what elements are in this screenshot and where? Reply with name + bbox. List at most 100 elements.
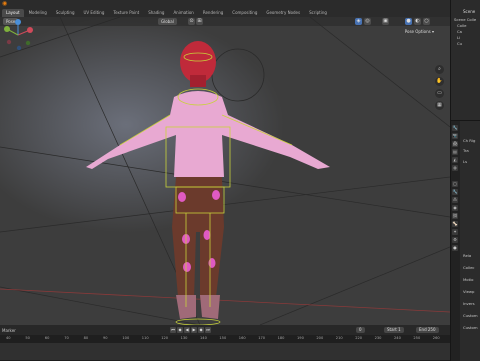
next-keyframe-icon[interactable]: ◆ [198,327,204,333]
tab-layout[interactable]: Layout [2,8,24,17]
scene-name[interactable]: Scene [463,9,475,14]
ruler-tick-label: 60 [44,336,50,340]
scene-tab-icon[interactable]: ◭ [452,157,458,163]
tab-animation[interactable]: Animation [169,9,197,17]
tab-uv-editing[interactable]: UV Editing [80,9,109,17]
ruler-tick-label: 70 [64,336,69,340]
render-tab-icon[interactable]: 📷 [452,133,458,139]
constraints-tab-icon[interactable]: ⛓ [452,213,458,219]
viewport-header: Pose Global ⊙ ⊞ ◈ ◎ ▣ ● ◐ ○ [0,17,450,26]
ruler-tick-label: 120 [161,336,169,340]
outliner-header: Scene [451,0,480,17]
ruler-tick-label: 170 [258,336,266,340]
viewport-scene [0,17,450,325]
blender-logo-icon[interactable]: ◉ [2,1,9,7]
ruler-tick-label: 130 [180,336,188,340]
pivot-icon[interactable]: ⊙ [188,18,195,25]
snap-icon[interactable]: ⊞ [196,18,203,25]
properties-row[interactable]: Ls [463,159,467,164]
x-axis-icon [27,27,33,33]
tab-rendering[interactable]: Rendering [199,9,227,17]
material-tab-icon[interactable]: ● [452,245,458,251]
tool-tab-icon[interactable]: 🔧 [452,125,458,131]
world-tab-icon[interactable]: ◍ [452,165,458,171]
overlays-icon[interactable]: ◎ [364,18,371,25]
ruler-tick-label: 240 [394,336,401,340]
perspective-toggle-icon[interactable]: ▦ [435,101,444,110]
play-icon[interactable]: ▶ [191,327,197,333]
bone-tab-icon[interactable]: ✦ [452,229,458,235]
xray-icon[interactable]: ▣ [382,18,389,25]
ruler-tick-label: 210 [335,336,343,340]
playback-controls: ⏮ ◆ ◀ ▶ ◆ ⏭ [170,327,211,333]
properties-row[interactable]: Viewp [463,289,474,294]
properties-row[interactable]: Custom [463,325,478,330]
output-tab-icon[interactable]: 🖨 [452,141,458,147]
timeline-panel: Marker ⏮ ◆ ◀ ▶ ◆ ⏭ 0 Start 1 End 250 40 5… [0,325,450,360]
properties-row[interactable]: Tra [463,148,469,153]
physics-tab-icon[interactable]: ◉ [452,205,458,211]
3d-viewport[interactable]: Pose Global ⊙ ⊞ ◈ ◎ ▣ ● ◐ ○ Pose Options… [0,17,450,325]
pose-options-dropdown[interactable]: Pose Options ▾ [405,29,434,34]
view-layer-tab-icon[interactable]: ▤ [452,149,458,155]
play-reverse-icon[interactable]: ◀ [184,327,190,333]
camera-view-icon[interactable]: ▭ [435,89,444,98]
timeline-track[interactable] [0,343,450,360]
outliner-item[interactable]: Cu [451,41,480,47]
navigation-gizmo[interactable] [0,17,36,53]
transform-orientation-dropdown[interactable]: Global [158,18,177,25]
outliner-panel: Scene Scene Colle Colle Ca Li Cu [450,0,480,120]
start-frame-field[interactable]: Start 1 [384,327,404,333]
tab-compositing[interactable]: Compositing [228,9,261,17]
bone-constraint-tab-icon[interactable]: ⚙ [452,237,458,243]
data-tab-icon[interactable]: 🦴 [452,221,458,227]
current-frame-field[interactable]: 0 [356,327,365,333]
ruler-tick-label: 250 [413,336,421,340]
ruler-tick-label: 40 [6,336,11,340]
top-bar: ◉ Layout Modeling Sculpting UV Editing Textu… [0,0,480,17]
jump-start-icon[interactable]: ⏮ [170,327,176,333]
frame-ruler[interactable]: 40 50 60 70 80 90 100 110 120 130 140 150 160 170 180 1… [0,335,450,343]
ruler-tick-label: 140 [200,336,207,340]
pan-hand-icon[interactable]: ✋ [435,77,444,86]
ruler-tick-label: 220 [355,336,363,340]
tab-geometry-nodes[interactable]: Geometry Nodes [262,9,304,17]
modifier-tab-icon[interactable]: 🔧 [452,189,458,195]
ruler-tick-label: 90 [103,336,108,340]
object-tab-icon[interactable]: ▢ [452,181,458,187]
ruler-tick-label: 190 [297,336,304,340]
ruler-tick-label: 110 [141,336,149,340]
properties-tabs: 🔧 📷 🖨 ▤ ◭ ◍ ▢ 🔧 ⁂ ◉ ⛓ 🦴 ✦ ⚙ ● [451,121,460,361]
properties-row[interactable]: Invers [463,301,475,306]
ruler-tick-label: 260 [432,336,440,340]
marker-menu[interactable]: Marker [2,328,16,333]
ruler-tick-label: 180 [277,336,285,340]
ruler-tick-label: 200 [316,336,324,340]
properties-panel: 🔧 📷 🖨 ▤ ◭ ◍ ▢ 🔧 ⁂ ◉ ⛓ 🦴 ✦ ⚙ ● Ch Rig Tra L… [450,120,480,361]
shading-rendered-icon[interactable]: ○ [423,18,430,25]
zoom-icon[interactable]: ⌕ [435,65,444,74]
ruler-tick-label: 80 [83,336,89,340]
tab-scripting[interactable]: Scripting [305,9,331,17]
properties-content: Ch Rig Tra Ls Rela Collec Motio Viewp Invers Cus… [461,121,480,361]
properties-row[interactable]: Ch Rig [463,138,475,143]
tab-sculpting[interactable]: Sculpting [52,9,79,17]
y-axis-icon [4,26,10,32]
shading-material-icon[interactable]: ◐ [414,18,421,25]
properties-row[interactable]: Custom [463,313,478,318]
ruler-tick-label: 160 [238,336,246,340]
show-gizmo-icon[interactable]: ◈ [355,18,362,25]
tab-shading[interactable]: Shading [144,9,168,17]
particles-tab-icon[interactable]: ⁂ [452,197,458,203]
end-frame-field[interactable]: End 250 [416,327,439,333]
prev-keyframe-icon[interactable]: ◆ [177,327,183,333]
properties-row[interactable]: Rela [463,253,471,258]
shading-solid-icon[interactable]: ● [405,18,412,25]
tab-texture-paint[interactable]: Texture Paint [109,9,143,17]
properties-row[interactable]: Collec [463,265,475,270]
properties-row[interactable]: Motio [463,277,473,282]
jump-end-icon[interactable]: ⏭ [205,327,211,333]
tab-modeling[interactable]: Modeling [25,9,51,17]
ruler-tick-label: 230 [374,336,382,340]
ruler-tick-label: 50 [25,336,30,340]
